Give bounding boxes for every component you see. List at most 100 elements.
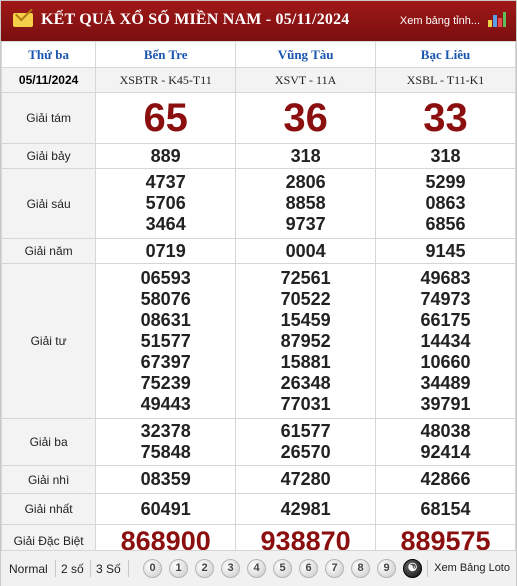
prize-number: 39791: [420, 393, 471, 414]
prize-number: 47280: [235, 465, 377, 494]
digit-4-ball[interactable]: 4: [247, 559, 266, 578]
prize-number: 4737: [145, 172, 186, 192]
prize-number: 58076: [140, 288, 191, 309]
bar-chart-icon[interactable]: [488, 11, 506, 27]
prize-number: 14434: [420, 330, 471, 351]
option-normal[interactable]: Normal: [9, 562, 48, 576]
prize-number: 33: [375, 92, 516, 144]
header-bar: KẾT QUẢ XỔ SỐ MIỀN NAM - 05/11/2024 Xem …: [1, 1, 516, 41]
prize-label: Giải năm: [0, 238, 97, 264]
prize-number: 3464: [145, 214, 186, 234]
prize-number: 87952: [280, 330, 331, 351]
prize-number: 77031: [280, 393, 331, 414]
prize-number: 74973: [420, 288, 471, 309]
prize-number: 15881: [280, 351, 331, 372]
prize-number: 8858: [285, 193, 326, 213]
province-bac-lieu[interactable]: Bạc Liêu: [375, 41, 516, 68]
prize-number: 15459: [280, 309, 331, 330]
draw-code: XSVT - 11A: [235, 67, 377, 93]
draw-date: 05/11/2024: [0, 67, 97, 93]
prize-number: 0719: [95, 238, 237, 264]
prize-number: 5299: [425, 172, 466, 192]
prize-number: 61577: [280, 421, 331, 441]
option-2-digits[interactable]: 2 số: [61, 562, 84, 576]
prize-cell: 2806 8858 9737: [235, 168, 377, 239]
prize-label: Giải tư: [0, 263, 97, 419]
prize-number: 36: [235, 92, 377, 144]
digit-5-ball[interactable]: 5: [273, 559, 292, 578]
digit-6-ball[interactable]: 6: [299, 559, 318, 578]
prize-number: 34489: [420, 372, 471, 393]
day-of-week: Thứ ba: [0, 41, 97, 68]
page-title: KẾT QUẢ XỔ SỐ MIỀN NAM - 05/11/2024: [41, 11, 350, 28]
prize-label: Giải tám: [0, 92, 97, 144]
draw-code: XSBTR - K45-T11: [95, 67, 237, 93]
view-loto-link[interactable]: Xem Bảng Loto: [434, 562, 510, 574]
prize-number: 32378: [140, 421, 191, 441]
divider: [55, 560, 56, 577]
digit-1-ball[interactable]: 1: [169, 559, 188, 578]
prize-cell: 06593 58076 08631 51577 67397 75239 4944…: [95, 263, 237, 419]
divider: [90, 560, 91, 577]
prize-number: 5706: [145, 193, 186, 213]
prize-number: 08631: [140, 309, 191, 330]
prize-cell: 61577 26570: [235, 418, 377, 466]
prize-number: 66175: [420, 309, 471, 330]
prize-number: 42866: [375, 465, 516, 494]
digit-2-ball[interactable]: 2: [195, 559, 214, 578]
prize-number: 68154: [375, 493, 516, 525]
prize-number: 0863: [425, 193, 466, 213]
prize-number: 9737: [285, 214, 326, 234]
prize-number: 65: [95, 92, 237, 144]
prize-cell: 32378 75848: [95, 418, 237, 466]
prize-number: 67397: [140, 351, 191, 372]
prize-label: Giải nhất: [0, 493, 97, 525]
draw-code: XSBL - T11-K1: [375, 67, 516, 93]
prize-number: 889: [95, 143, 237, 169]
prize-number: 10660: [420, 351, 471, 372]
footer-toolbar: Normal 2 số 3 Số 0 1 2 3 4 5 6 7 8 9 ☯ X…: [1, 550, 516, 586]
prize-number: 49683: [420, 267, 471, 288]
province-ben-tre[interactable]: Bến Tre: [95, 41, 237, 68]
prize-cell: 5299 0863 6856: [375, 168, 516, 239]
lottery-widget: KẾT QUẢ XỔ SỐ MIỀN NAM - 05/11/2024 Xem …: [0, 0, 517, 586]
prize-number: 318: [375, 143, 516, 169]
prize-number: 26348: [280, 372, 331, 393]
prize-number: 0004: [235, 238, 377, 264]
prize-number: 6856: [425, 214, 466, 234]
prize-number: 60491: [95, 493, 237, 525]
prize-number: 70522: [280, 288, 331, 309]
digit-3-ball[interactable]: 3: [221, 559, 240, 578]
prize-number: 06593: [140, 267, 191, 288]
prize-number: 75239: [140, 372, 191, 393]
prize-cell: 49683 74973 66175 14434 10660 34489 3979…: [375, 263, 516, 419]
prize-cell: 72561 70522 15459 87952 15881 26348 7703…: [235, 263, 377, 419]
prize-number: 92414: [420, 442, 471, 462]
prize-label: Giải nhì: [0, 465, 97, 494]
prize-number: 48038: [420, 421, 471, 441]
view-province-link[interactable]: Xem bảng tỉnh...: [400, 15, 480, 27]
prize-number: 08359: [95, 465, 237, 494]
digit-0-ball[interactable]: 0: [143, 559, 162, 578]
prize-number: 75848: [140, 442, 191, 462]
prize-number: 42981: [235, 493, 377, 525]
prize-cell: 48038 92414: [375, 418, 516, 466]
province-vung-tau[interactable]: Vũng Tàu: [235, 41, 377, 68]
prize-label: Giải bảy: [0, 143, 97, 169]
option-3-digits[interactable]: 3 Số: [96, 562, 121, 576]
prize-number: 9145: [375, 238, 516, 264]
prize-number: 72561: [280, 267, 331, 288]
yin-yang-icon[interactable]: ☯: [403, 559, 422, 578]
prize-label: Giải sáu: [0, 168, 97, 239]
digit-9-ball[interactable]: 9: [377, 559, 396, 578]
divider: [128, 560, 129, 577]
results-table: Thứ ba Bến Tre Vũng Tàu Bạc Liêu 05/11/2…: [0, 41, 516, 558]
prize-number: 2806: [285, 172, 326, 192]
prize-label: Giải ba: [0, 418, 97, 466]
digit-8-ball[interactable]: 8: [351, 559, 370, 578]
mail-icon: [13, 13, 33, 27]
digit-7-ball[interactable]: 7: [325, 559, 344, 578]
divider: [427, 560, 428, 577]
prize-number: 26570: [280, 442, 331, 462]
prize-number: 51577: [140, 330, 191, 351]
